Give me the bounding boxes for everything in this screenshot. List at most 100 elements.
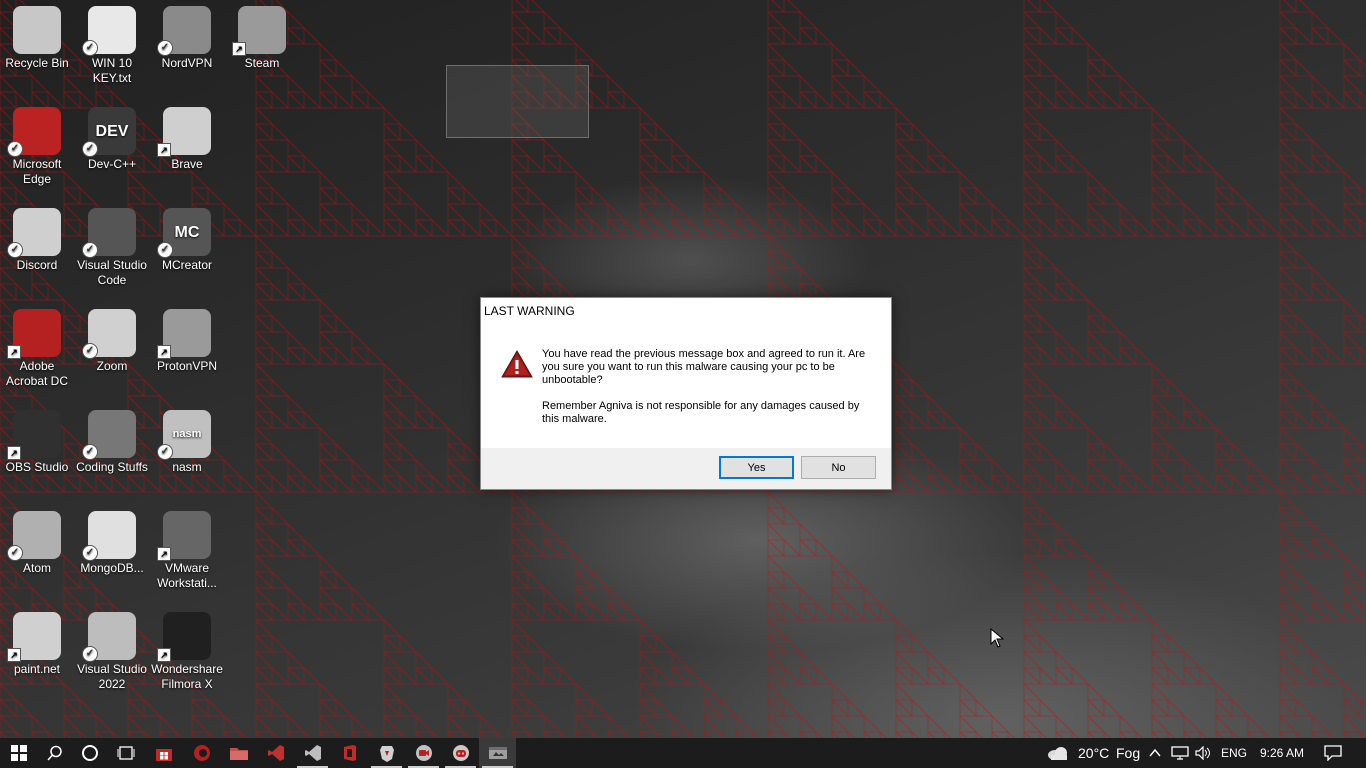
desktop-icon[interactable]: ↗ paint.net [0, 606, 74, 677]
desktop-icon[interactable]: ✓ NordVPN [150, 0, 224, 71]
desktop-icon-label: VMware Workstati... [157, 561, 217, 590]
taskbar-discord[interactable] [442, 738, 479, 768]
office-icon [343, 745, 356, 761]
sync-check-icon: ✓ [7, 545, 23, 561]
task-view-button[interactable] [107, 738, 144, 768]
recycle-bin-icon [13, 6, 61, 54]
desktop-icon[interactable]: ↗ Steam [225, 0, 299, 71]
weather-cloud-icon[interactable] [1046, 745, 1070, 761]
mouse-cursor-icon [990, 628, 1004, 648]
search-icon [46, 745, 62, 761]
network-icon[interactable] [1171, 746, 1189, 760]
start-button[interactable] [0, 738, 37, 768]
desktop-icon[interactable]: ✓ Coding Stuffs [75, 404, 149, 475]
desktop-icon[interactable]: ↗ OBS Studio [0, 404, 74, 475]
desktop-icon[interactable]: ✓ Microsoft Edge [0, 101, 74, 187]
store-icon [155, 749, 172, 761]
desktop-icon[interactable]: DEV ✓ Dev-C++ [75, 101, 149, 172]
brave-icon: ↗ [157, 107, 211, 157]
shortcut-arrow-icon: ↗ [7, 446, 21, 460]
mcreator-icon: MC ✓ [157, 208, 211, 258]
filmora-icon: ↗ [157, 612, 211, 662]
folder-icon [229, 748, 248, 760]
chevron-up-icon[interactable] [1149, 748, 1161, 758]
desktop-icon-label: Wondershare Filmora X [151, 662, 223, 691]
desktop-icon[interactable]: ✓ Atom [0, 505, 74, 576]
weather-description[interactable]: Fog [1116, 738, 1140, 768]
warning-dialog: LAST WARNING You have read the previous … [480, 297, 892, 490]
shortcut-arrow-icon: ↗ [232, 42, 246, 56]
sync-check-icon: ✓ [7, 141, 23, 157]
volume-icon[interactable] [1195, 746, 1211, 760]
task-view-icon [117, 746, 134, 760]
desktop-icon[interactable]: ✓ Visual Studio 2022 [75, 606, 149, 692]
desktop-icon[interactable]: ✓ Discord [0, 202, 74, 273]
vmware-icon: ↗ [157, 511, 211, 561]
desktop-icon[interactable]: ↗ Wondershare Filmora X [150, 606, 224, 692]
desktop-icon-label: Microsoft Edge [12, 157, 62, 186]
sync-check-icon: ✓ [82, 545, 98, 561]
shortcut-arrow-icon: ↗ [7, 345, 21, 359]
language-indicator[interactable]: ENG [1221, 738, 1247, 768]
taskbar-ms-store[interactable] [145, 738, 182, 768]
visual-studio-icon [304, 745, 321, 761]
app-icon [415, 745, 432, 761]
desktop-icon[interactable]: Recycle Bin [0, 0, 74, 71]
cortana-circle-icon [81, 745, 98, 761]
taskbar-running-app[interactable] [479, 738, 516, 768]
desktop-icon[interactable]: ↗ VMware Workstati... [150, 505, 224, 591]
taskbar-office[interactable] [331, 738, 368, 768]
protonvpn-icon: ↗ [157, 309, 211, 359]
taskbar-brave[interactable] [368, 738, 405, 768]
shortcut-arrow-icon: ↗ [157, 143, 171, 157]
desktop-icon[interactable]: ✓ MongoDB... [75, 505, 149, 576]
discord-icon [452, 745, 469, 761]
weather-temperature[interactable]: 20°C [1078, 738, 1109, 768]
dialog-message-main: You have read the previous message box a… [542, 348, 866, 386]
search-button[interactable] [36, 738, 73, 768]
chip-folder-icon: ✓ [82, 410, 136, 460]
desktop-icon[interactable]: ✓ Zoom [75, 303, 149, 374]
cortana-button[interactable] [71, 738, 108, 768]
desktop-icon[interactable]: ↗ Brave [150, 101, 224, 172]
desktop-icon-label: Coding Stuffs [76, 460, 148, 474]
no-button[interactable]: No [801, 456, 876, 479]
nordvpn-icon: ✓ [157, 6, 211, 56]
devcpp-icon: DEV ✓ [82, 107, 136, 157]
zoom-icon: ✓ [82, 309, 136, 359]
vscode-icon: ✓ [82, 208, 136, 258]
sync-check-icon: ✓ [7, 242, 23, 258]
desktop-icon-label: Visual Studio 2022 [77, 662, 147, 691]
clock[interactable]: 9:26 AM [1260, 738, 1304, 768]
desktop-icon-label: Discord [16, 258, 58, 272]
desktop-icon[interactable]: ↗ ProtonVPN [150, 303, 224, 374]
icon-glyph: DEV [95, 122, 129, 140]
nasm-icon: nasm ✓ [157, 410, 211, 460]
warning-icon [501, 350, 533, 378]
taskbar-zoom-like[interactable] [405, 738, 442, 768]
desktop-icon-label: MongoDB... [80, 561, 144, 575]
desktop-icon[interactable]: ✓ Visual Studio Code [75, 202, 149, 288]
desktop-icon-label: OBS Studio [5, 460, 69, 474]
sync-check-icon: ✓ [82, 646, 98, 662]
taskbar-vscode[interactable] [257, 738, 294, 768]
taskbar-visual-studio[interactable] [294, 738, 331, 768]
acrobat-icon: ↗ [7, 309, 61, 359]
desktop-icon[interactable]: ↗ Adobe Acrobat DC [0, 303, 74, 389]
taskbar-file-explorer[interactable] [220, 738, 257, 768]
desktop-icon[interactable]: nasm ✓ nasm [150, 404, 224, 475]
desktop-icon-label: WIN 10 KEY.txt [91, 56, 132, 85]
shortcut-arrow-icon: ↗ [157, 547, 171, 561]
desktop-icon[interactable]: MC ✓ MCreator [150, 202, 224, 273]
desktop-icon-label: Visual Studio Code [77, 258, 147, 287]
sync-check-icon: ✓ [82, 242, 98, 258]
yes-button[interactable]: Yes [719, 456, 794, 479]
notification-icon[interactable] [1324, 745, 1342, 761]
desktop-icon-label: Brave [171, 157, 203, 171]
shortcut-arrow-icon: ↗ [157, 648, 171, 662]
sync-check-icon: ✓ [82, 141, 98, 157]
dialog-title: LAST WARNING [484, 304, 575, 318]
desktop-icon[interactable]: ✓ WIN 10 KEY.txt [75, 0, 149, 86]
taskbar-edge[interactable] [183, 738, 220, 768]
discord-icon: ✓ [7, 208, 61, 258]
